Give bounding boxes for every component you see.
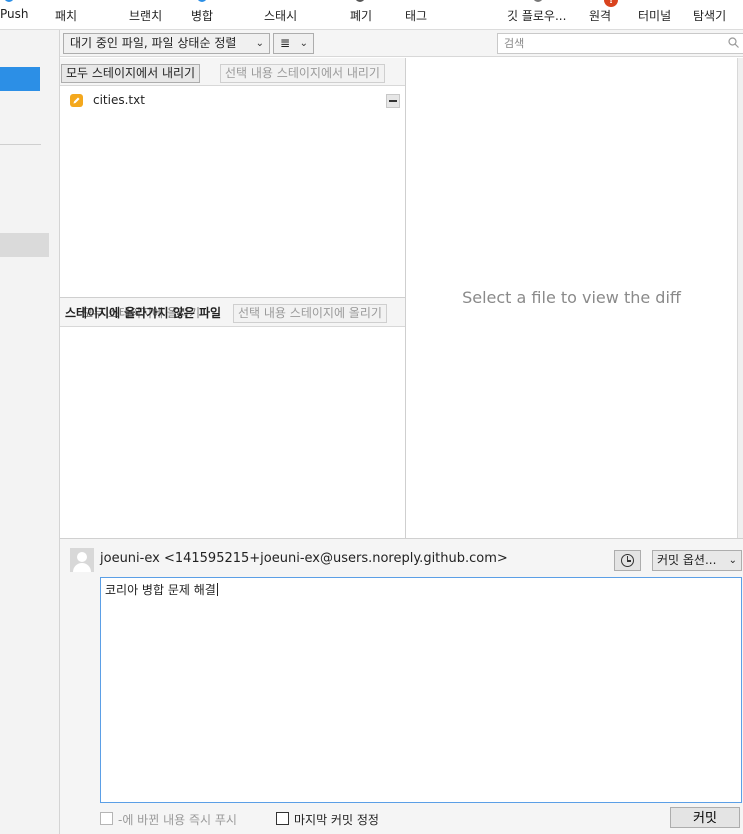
file-name: cities.txt bbox=[93, 93, 145, 107]
view-mode-dropdown[interactable]: ≣ ⌄ bbox=[273, 33, 314, 54]
search-input[interactable]: 검색 bbox=[497, 33, 743, 54]
toolbar-discard-button[interactable]: 폐기 bbox=[350, 7, 372, 24]
remote-alert-badge: ! bbox=[604, 0, 618, 7]
commit-panel: joeuni-ex <141595215+joeuni-ex@users.nor… bbox=[60, 538, 743, 834]
vertical-scrollbar[interactable] bbox=[737, 58, 743, 538]
file-filter-bar: 대기 중인 파일, 파일 상태순 정렬 ⌄ ≣ ⌄ 검색 bbox=[60, 30, 743, 57]
commit-options-label: 커밋 옵션... bbox=[657, 553, 717, 567]
search-icon bbox=[728, 37, 739, 48]
push-immediately-checkbox[interactable] bbox=[100, 812, 113, 825]
left-sidebar bbox=[0, 30, 60, 834]
toolbar-patch-button[interactable]: 패치 bbox=[55, 7, 77, 24]
main-toolbar: Push 패치 브랜치 병합 스태시 폐기 태그 깃 플로우... ! 원격 터… bbox=[0, 0, 743, 30]
unstaged-files-list bbox=[60, 327, 406, 537]
amend-last-commit-checkbox[interactable] bbox=[276, 812, 289, 825]
avatar-head-shape bbox=[77, 552, 87, 562]
unstaged-files-header: 모두 스테이지에 올리기 스테이지에 올라가지 않은 파일 선택 내용 스테이지… bbox=[60, 297, 406, 327]
discard-icon bbox=[355, 0, 365, 2]
pencil-icon bbox=[73, 97, 80, 104]
unstage-selected-button[interactable]: 선택 내용 스테이지에서 내리기 bbox=[220, 64, 385, 83]
commit-history-button[interactable] bbox=[614, 550, 641, 571]
list-item[interactable]: cities.txt bbox=[68, 92, 400, 110]
toolbar-git-flow-button[interactable]: 깃 플로우... bbox=[507, 7, 566, 24]
stage-selected-button[interactable]: 선택 내용 스테이지에 올리기 bbox=[233, 304, 387, 323]
toolbar-terminal-button[interactable]: 터미널 bbox=[638, 7, 671, 24]
chevron-down-icon: ⌄ bbox=[728, 555, 737, 566]
commit-author: joeuni-ex <141595215+joeuni-ex@users.nor… bbox=[100, 551, 508, 566]
chevron-down-icon: ⌄ bbox=[299, 38, 308, 49]
avatar-body-shape bbox=[73, 563, 91, 572]
toolbar-stash-button[interactable]: 스태시 bbox=[264, 7, 297, 24]
staged-files-header: 모두 스테이지에서 내리기 선택 내용 스테이지에서 내리기 bbox=[60, 58, 406, 86]
commit-message-text: 코리아 병합 문제 해결 bbox=[105, 583, 216, 597]
avatar bbox=[70, 548, 94, 572]
commit-options-dropdown[interactable]: 커밋 옵션... ⌄ bbox=[652, 550, 742, 571]
staged-files-list: cities.txt bbox=[60, 87, 406, 296]
file-status-filter-label: 대기 중인 파일, 파일 상태순 정렬 bbox=[70, 36, 237, 50]
file-status-filter-dropdown[interactable]: 대기 중인 파일, 파일 상태순 정렬 ⌄ bbox=[63, 33, 270, 54]
commit-button[interactable]: 커밋 bbox=[670, 807, 740, 828]
commit-message-input[interactable]: 코리아 병합 문제 해결 bbox=[100, 577, 742, 803]
push-immediately-option[interactable]: -에 바뀐 내용 즉시 푸시 bbox=[100, 811, 260, 827]
toolbar-push-button[interactable]: Push bbox=[0, 7, 29, 21]
toolbar-explorer-button[interactable]: 탐색기 bbox=[693, 7, 726, 24]
list-icon: ≣ bbox=[280, 36, 291, 50]
sidebar-divider bbox=[0, 144, 41, 145]
unstage-all-button[interactable]: 모두 스테이지에서 내리기 bbox=[61, 64, 201, 83]
toolbar-branch-button[interactable]: 브랜치 bbox=[129, 7, 162, 24]
push-immediately-label: -에 바뀐 내용 즉시 푸시 bbox=[118, 813, 237, 827]
chevron-down-icon: ⌄ bbox=[255, 38, 264, 49]
merge-icon bbox=[197, 0, 207, 2]
search-placeholder: 검색 bbox=[504, 37, 525, 50]
text-caret bbox=[216, 583, 218, 596]
toolbar-tag-button[interactable]: 태그 bbox=[405, 7, 427, 24]
toolbar-remote-button[interactable]: 원격 bbox=[589, 7, 611, 24]
sidebar-item-highlighted[interactable] bbox=[0, 233, 49, 257]
toolbar-merge-button[interactable]: 병합 bbox=[191, 7, 213, 24]
clock-icon bbox=[621, 554, 634, 567]
diff-placeholder-text: Select a file to view the diff bbox=[462, 288, 681, 307]
amend-last-commit-option[interactable]: 마지막 커밋 정정 bbox=[276, 811, 406, 827]
sidebar-item-selected[interactable] bbox=[0, 67, 40, 91]
modified-file-icon bbox=[70, 94, 83, 107]
unstaged-files-title: 스테이지에 올라가지 않은 파일 bbox=[65, 306, 222, 320]
git-flow-icon bbox=[533, 0, 543, 2]
diff-view: Select a file to view the diff bbox=[406, 58, 737, 538]
push-icon bbox=[4, 0, 14, 2]
amend-last-commit-label: 마지막 커밋 정정 bbox=[294, 813, 379, 827]
unstage-file-icon[interactable] bbox=[386, 94, 400, 108]
